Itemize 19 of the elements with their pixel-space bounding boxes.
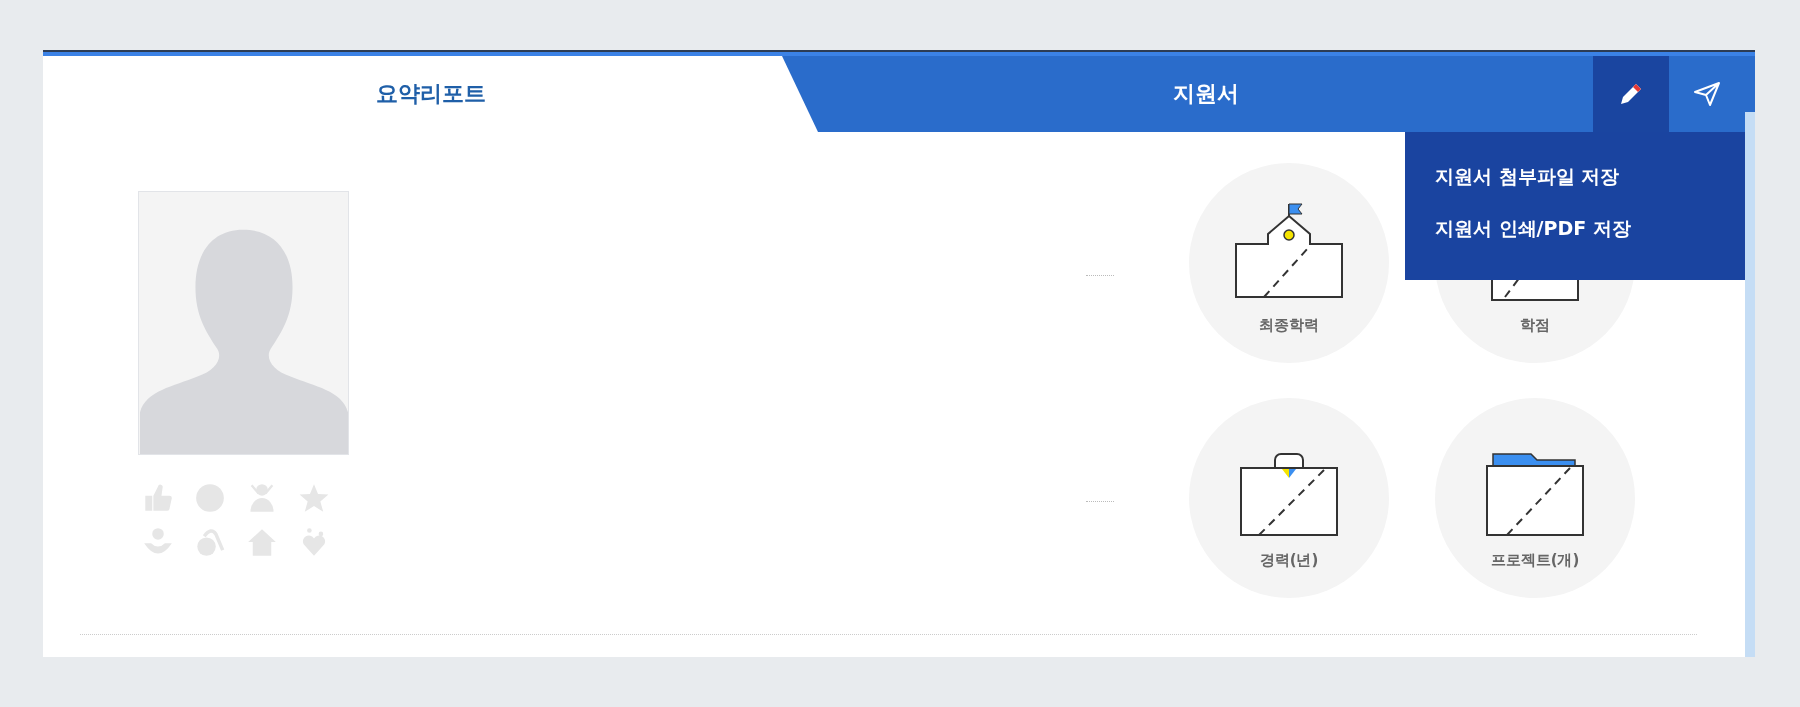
star-icon <box>299 483 329 513</box>
pencil-icon <box>1618 81 1644 107</box>
folder-icon <box>1485 451 1585 537</box>
thumbs-up-icon <box>143 483 173 513</box>
person-icon <box>247 483 277 513</box>
stat-label: 경력(년) <box>1259 550 1319 570</box>
tab[interactable]: 지원서 <box>818 56 1593 132</box>
stat-label: 최종학력 <box>1259 315 1319 335</box>
menu-item[interactable]: 지원서 인쇄/PDF 저장 <box>1435 214 1745 244</box>
menu-item[interactable]: 지원서 첨부파일 저장 <box>1435 162 1745 192</box>
wheelchair-icon <box>195 527 225 557</box>
circle-icon <box>195 483 225 513</box>
stat-label: 학점 <box>1520 315 1550 335</box>
briefcase-icon <box>1239 451 1339 537</box>
edit-button[interactable] <box>1593 56 1669 132</box>
stat-label: 프로젝트(개) <box>1490 550 1580 570</box>
house-icon <box>247 527 277 557</box>
send-icon <box>1693 81 1721 107</box>
tab[interactable]: 요약리포트 <box>43 56 818 132</box>
